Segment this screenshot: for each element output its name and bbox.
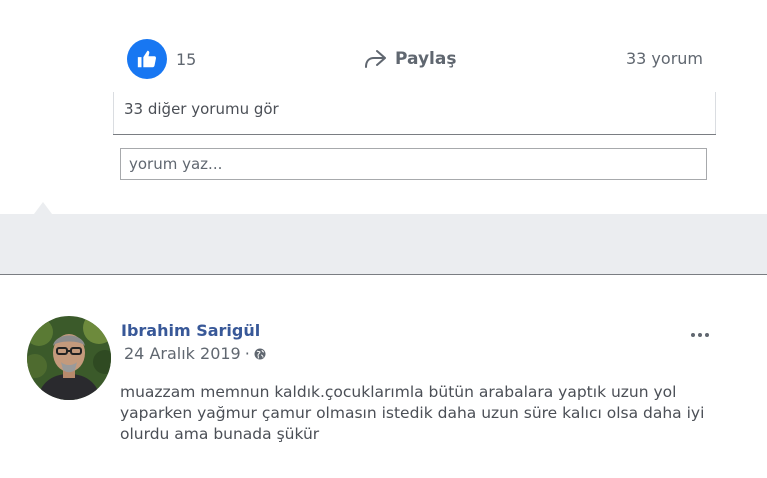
view-more-comments-link[interactable]: 33 diğer yorumu gör	[124, 100, 279, 118]
more-options-button[interactable]	[690, 326, 710, 344]
share-label: Paylaş	[395, 49, 457, 69]
more-dots-icon	[691, 333, 709, 337]
section-divider	[0, 214, 767, 275]
post-date[interactable]: 24 Aralık 2019	[124, 344, 241, 363]
like-count: 15	[176, 50, 197, 69]
comment-input[interactable]	[120, 148, 707, 180]
post-text: muazzam memnun kaldık.çocuklarımla bütün…	[120, 383, 705, 443]
avatar[interactable]	[27, 316, 111, 400]
post-meta: 24 Aralık 2019 ·	[124, 344, 266, 363]
share-icon	[365, 50, 386, 68]
comments-header: 33 diğer yorumu gör	[113, 92, 716, 135]
share-button[interactable]: Paylaş	[363, 46, 456, 72]
globe-icon	[254, 348, 266, 359]
thumbs-up-icon	[137, 50, 157, 68]
like-button[interactable]	[127, 39, 167, 79]
author-name[interactable]: Ibrahim Sarigül	[121, 321, 260, 340]
meta-separator: ·	[244, 344, 250, 363]
comment-count-link[interactable]: 33 yorum	[626, 49, 703, 68]
section-pointer	[34, 202, 52, 214]
